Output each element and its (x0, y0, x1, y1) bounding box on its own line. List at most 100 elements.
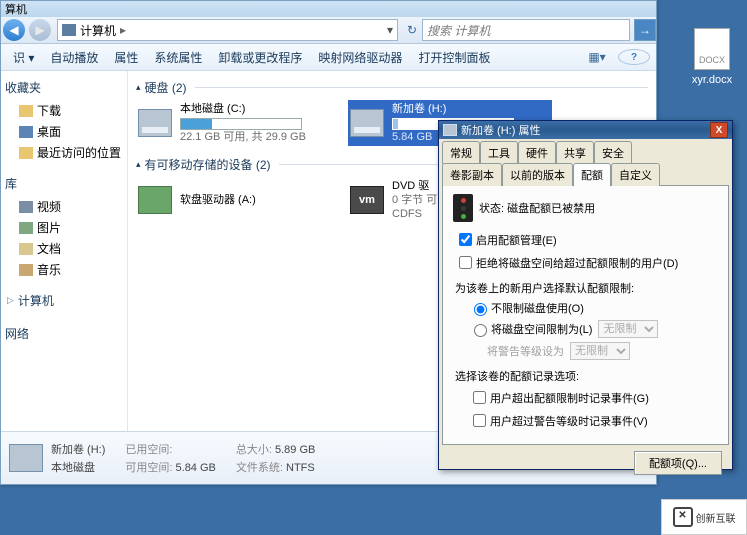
folder-icon (19, 105, 33, 117)
sidebar: 收藏夹 下载 桌面 最近访问的位置 库 视频 图片 文档 音乐 ▷计算机 网络 (1, 71, 128, 442)
hdd-icon (350, 109, 384, 137)
warn-dropdown: 无限制 (570, 342, 630, 360)
collapse-icon: ▴ (136, 82, 141, 93)
desktop: DOCX xyr.docx 算机 ◀ ▶ 计算机 ▸ ▾ ↻ 搜索 计算机 → … (0, 0, 747, 535)
tab-security[interactable]: 安全 (594, 141, 632, 164)
drive-dvd-line2: 0 字节 可 (392, 193, 437, 207)
desktop-icon (19, 126, 33, 138)
collapse-icon: ▴ (136, 159, 141, 170)
checkbox-log-warn-input[interactable] (473, 414, 486, 427)
checkbox-deny-input[interactable] (459, 256, 472, 269)
chevron-right-icon: ▷ (7, 295, 14, 306)
sidebar-item-downloads[interactable]: 下载 (3, 100, 125, 121)
hdd-icon (138, 109, 172, 137)
floppy-icon (138, 186, 172, 214)
section2-label: 选择该卷的配额记录选项: (455, 368, 718, 384)
address-bar[interactable]: 计算机 ▸ ▾ (57, 19, 398, 41)
status-fs-label: 文件系统: (236, 462, 283, 474)
tab-general[interactable]: 常规 (442, 141, 480, 164)
dialog-titlebar[interactable]: 新加卷 (H:) 属性 X (439, 121, 732, 139)
status-fs-value: NTFS (286, 462, 315, 474)
watermark: ✕ 创新互联 (661, 499, 747, 535)
toolbar-controlpanel[interactable]: 打开控制面板 (410, 49, 498, 66)
back-button[interactable]: ◀ (3, 19, 25, 41)
address-text: 计算机 (80, 22, 116, 39)
quota-status-value: 磁盘配额已被禁用 (507, 203, 595, 215)
toolbar-organize[interactable]: 识 ▾ (5, 49, 42, 66)
radio-unlimited-label: 不限制磁盘使用(O) (491, 300, 584, 316)
drive-c[interactable]: 本地磁盘 (C:) 22.1 GB 可用, 共 29.9 GB (136, 100, 340, 146)
tab-hardware[interactable]: 硬件 (518, 141, 556, 164)
section1-label: 为该卷上的新用户选择默认配额限制: (455, 280, 718, 296)
checkbox-log-exceed[interactable]: 用户超出配额限制时记录事件(G) (469, 388, 718, 407)
sidebar-item-music[interactable]: 音乐 (3, 259, 125, 280)
toolbar: 识 ▾ 自动播放 属性 系统属性 卸载或更改程序 映射网络驱动器 打开控制面板 … (1, 44, 656, 71)
toolbar-properties[interactable]: 属性 (106, 49, 146, 66)
dropdown-icon[interactable]: ▾ (387, 23, 393, 37)
sidebar-item-network[interactable]: 网络 (3, 321, 125, 346)
drive-floppy-title: 软盘驱动器 (A:) (180, 193, 256, 207)
checkbox-log-exceed-input[interactable] (473, 391, 486, 404)
quota-entries-button[interactable]: 配额项(Q)... (634, 451, 722, 475)
sidebar-libraries-header[interactable]: 库 (3, 171, 125, 196)
checkbox-log-warn-label: 用户超过警告等级时记录事件(V) (490, 413, 648, 429)
search-go-button[interactable]: → (634, 19, 656, 41)
radio-unlimited[interactable]: 不限制磁盘使用(O) (469, 300, 718, 316)
radio-limit-label: 将磁盘空间限制为(L) (491, 321, 592, 337)
sidebar-favorites-header[interactable]: 收藏夹 (3, 75, 125, 100)
hdd-icon (9, 444, 43, 472)
drive-c-sub: 22.1 GB 可用, 共 29.9 GB (180, 130, 306, 144)
radio-unlimited-input[interactable] (474, 303, 487, 316)
radio-limit-input[interactable] (474, 324, 487, 337)
status-name: 新加卷 (H:) (51, 441, 105, 457)
group-hard-disks[interactable]: ▴ 硬盘 (2) (136, 79, 648, 96)
drive-h-title: 新加卷 (H:) (392, 102, 514, 116)
status-type: 本地磁盘 (51, 459, 105, 475)
tab-shadowcopy[interactable]: 卷影副本 (442, 163, 502, 186)
document-icon (19, 243, 33, 255)
hdd-icon (443, 124, 457, 136)
checkbox-enable-quota[interactable]: 启用配额管理(E) (455, 230, 718, 249)
checkbox-deny[interactable]: 拒绝将磁盘空间给超过配额限制的用户(D) (455, 253, 718, 272)
toolbar-sysprops[interactable]: 系统属性 (146, 49, 210, 66)
toolbar-autoplay[interactable]: 自动播放 (42, 49, 106, 66)
status-total-label: 总大小: (236, 444, 272, 456)
quota-pane: 状态: 磁盘配额已被禁用 启用配额管理(E) 拒绝将磁盘空间给超过配额限制的用户… (442, 185, 729, 445)
status-free-label: 可用空间: (125, 462, 172, 474)
tab-tools[interactable]: 工具 (480, 141, 518, 164)
dialog-title: 新加卷 (H:) 属性 (461, 122, 540, 138)
help-icon[interactable]: ? (618, 49, 650, 65)
tab-customize[interactable]: 自定义 (611, 163, 660, 186)
drive-floppy[interactable]: 软盘驱动器 (A:) (136, 177, 340, 223)
sidebar-item-desktop[interactable]: 桌面 (3, 121, 125, 142)
checkbox-log-warn[interactable]: 用户超过警告等级时记录事件(V) (469, 411, 718, 430)
drive-dvd-line3: CDFS (392, 207, 437, 221)
search-input[interactable]: 搜索 计算机 (422, 19, 630, 41)
tabs-row1: 常规 工具 硬件 共享 安全 (439, 139, 732, 163)
status-used-label: 已用空间: (125, 444, 172, 456)
checkbox-enable-input[interactable] (459, 233, 472, 246)
limit-dropdown: 无限制 (598, 320, 658, 338)
desktop-file-label: xyr.docx (688, 74, 736, 86)
view-icon[interactable]: ▦▾ (580, 48, 614, 66)
toolbar-uninstall[interactable]: 卸载或更改程序 (210, 49, 310, 66)
sidebar-item-computer[interactable]: ▷计算机 (3, 288, 125, 313)
tab-previous[interactable]: 以前的版本 (502, 163, 573, 186)
checkbox-deny-label: 拒绝将磁盘空间给超过配额限制的用户(D) (476, 255, 678, 271)
sidebar-item-documents[interactable]: 文档 (3, 238, 125, 259)
warn-level: 将警告等级设为 无限制 (469, 342, 718, 360)
forward-button: ▶ (29, 19, 51, 41)
desktop-file[interactable]: DOCX xyr.docx (688, 28, 736, 86)
refresh-button[interactable]: ↻ (402, 20, 422, 40)
status-free-value: 5.84 GB (176, 462, 216, 474)
tab-sharing[interactable]: 共享 (556, 141, 594, 164)
sidebar-item-videos[interactable]: 视频 (3, 196, 125, 217)
tab-quota[interactable]: 配额 (573, 163, 611, 186)
watermark-icon: ✕ (673, 507, 693, 527)
toolbar-mapdrive[interactable]: 映射网络驱动器 (310, 49, 410, 66)
traffic-light-icon (453, 194, 473, 222)
close-button[interactable]: X (710, 122, 728, 138)
sidebar-item-recent[interactable]: 最近访问的位置 (3, 142, 125, 163)
sidebar-item-pictures[interactable]: 图片 (3, 217, 125, 238)
radio-limit[interactable]: 将磁盘空间限制为(L) 无限制 (469, 320, 718, 338)
